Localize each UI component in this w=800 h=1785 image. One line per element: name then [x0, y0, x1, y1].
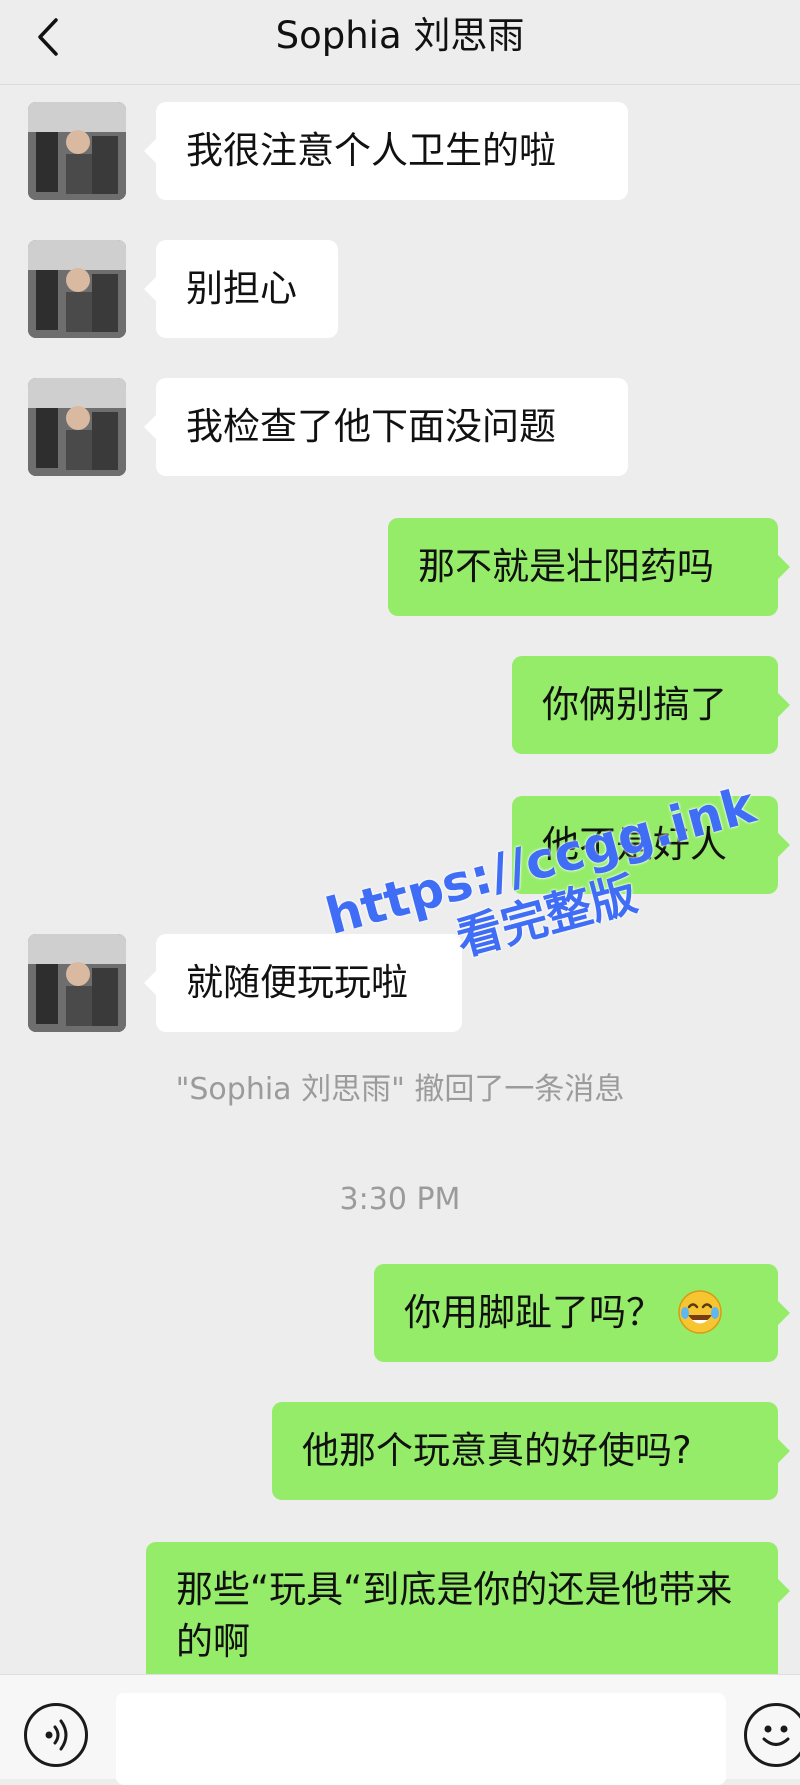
input-bar — [0, 1674, 800, 1785]
voice-icon — [45, 1719, 68, 1751]
message-input[interactable] — [116, 1693, 726, 1785]
avatar-image — [28, 378, 126, 476]
tears-of-joy-emoji-icon — [678, 1289, 722, 1334]
message-bubble-incoming[interactable]: 我很注意个人卫生的啦 — [144, 102, 628, 200]
smiley-icon — [762, 1725, 790, 1746]
contact-avatar[interactable] — [28, 378, 126, 476]
chat-header: Sophia 刘思雨 — [0, 0, 800, 85]
message-bubble-outgoing[interactable]: 那不就是壮阳药吗 — [388, 518, 790, 616]
message-text: 你用脚趾了吗？ — [404, 1291, 663, 1334]
contact-avatar[interactable] — [28, 102, 126, 200]
recall-notice: "Sophia 刘思雨" 撤回了一条消息 — [175, 1072, 625, 1107]
message-bubble-outgoing[interactable]: 他那个玩意真的好使吗? — [272, 1402, 790, 1500]
voice-button[interactable] — [24, 1703, 88, 1767]
chat-title: Sophia 刘思雨 — [275, 14, 525, 57]
avatar-image — [28, 102, 126, 200]
timestamp: 3:30 PM — [339, 1182, 461, 1217]
message-bubble-outgoing[interactable]: 你俩别搞了 — [512, 656, 790, 754]
message-bubble-incoming[interactable]: 别担心 — [144, 240, 338, 338]
message-bubble-outgoing[interactable]: 你用脚趾了吗？ — [374, 1264, 790, 1362]
emoji-button[interactable] — [744, 1703, 800, 1767]
contact-avatar[interactable] — [28, 934, 126, 1032]
message-bubble-outgoing[interactable]: 那些“玩具“到底是你的还是他带来的啊 — [146, 1542, 790, 1690]
contact-avatar[interactable] — [28, 240, 126, 338]
message-bubble-incoming[interactable]: 我检查了他下面没问题 — [144, 378, 628, 476]
avatar-image — [28, 240, 126, 338]
avatar-image — [28, 934, 126, 1032]
